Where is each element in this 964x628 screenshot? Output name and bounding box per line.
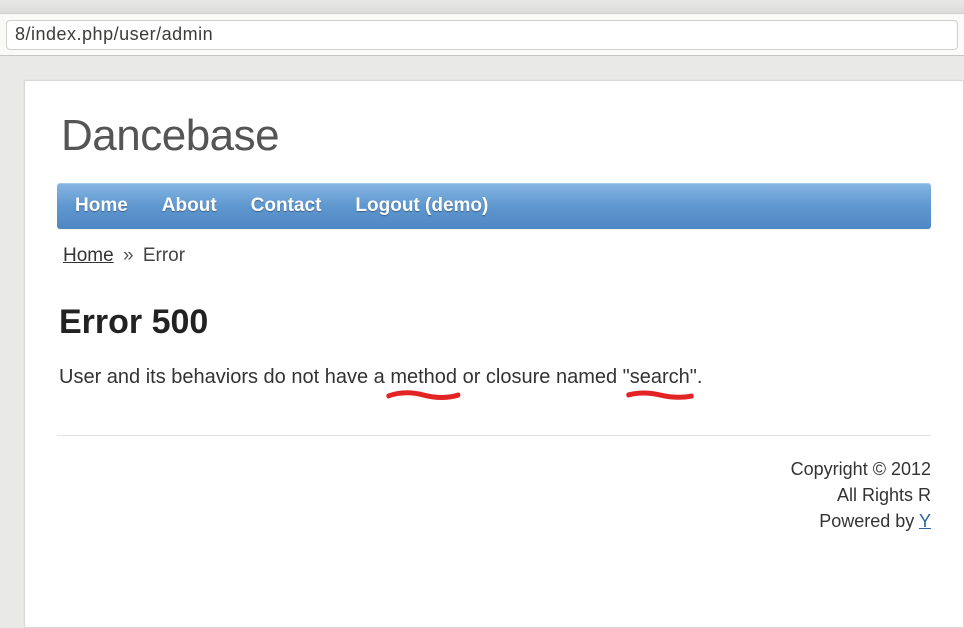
annotated-word-method-text: method	[390, 366, 457, 388]
nav-home[interactable]: Home	[75, 195, 128, 217]
error-msg-post: ".	[690, 366, 703, 388]
viewport: Dancebase Home About Contact Logout (dem…	[0, 56, 964, 628]
error-message: User and its behaviors do not have a met…	[59, 366, 702, 389]
footer-powered: Powered by Y	[57, 508, 931, 534]
footer-copyright: Copyright © 2012	[57, 456, 931, 482]
footer-powered-pre: Powered by	[819, 511, 919, 531]
breadcrumb-current: Error	[143, 245, 185, 266]
annotated-word-search-text: search	[630, 366, 690, 388]
error-msg-pre: User and its behaviors do not have a	[59, 366, 390, 388]
red-underline-icon	[626, 389, 694, 403]
footer-powered-link[interactable]: Y	[919, 511, 931, 531]
address-bar-row: 8/index.php/user/admin	[0, 14, 964, 56]
divider	[57, 435, 931, 436]
annotated-word-method: method	[390, 366, 457, 389]
url-text: 8/index.php/user/admin	[15, 24, 213, 45]
footer: Copyright © 2012 All Rights R Powered by…	[57, 456, 931, 534]
main-nav: Home About Contact Logout (demo)	[57, 183, 931, 229]
breadcrumb-home-link[interactable]: Home	[63, 245, 114, 266]
nav-about[interactable]: About	[162, 195, 217, 217]
site-title: Dancebase	[61, 111, 931, 161]
browser-top-chrome	[0, 0, 964, 14]
red-underline-icon	[386, 389, 461, 403]
annotated-word-search: search	[630, 366, 690, 389]
breadcrumb-sep: »	[123, 245, 134, 266]
error-msg-mid: or closure named "	[457, 366, 630, 388]
breadcrumb: Home » Error	[63, 245, 931, 267]
footer-rights: All Rights R	[57, 482, 931, 508]
nav-logout[interactable]: Logout (demo)	[355, 195, 488, 217]
address-bar[interactable]: 8/index.php/user/admin	[6, 20, 958, 50]
nav-contact[interactable]: Contact	[251, 195, 322, 217]
page-card: Dancebase Home About Contact Logout (dem…	[24, 80, 964, 628]
error-heading: Error 500	[59, 303, 931, 342]
